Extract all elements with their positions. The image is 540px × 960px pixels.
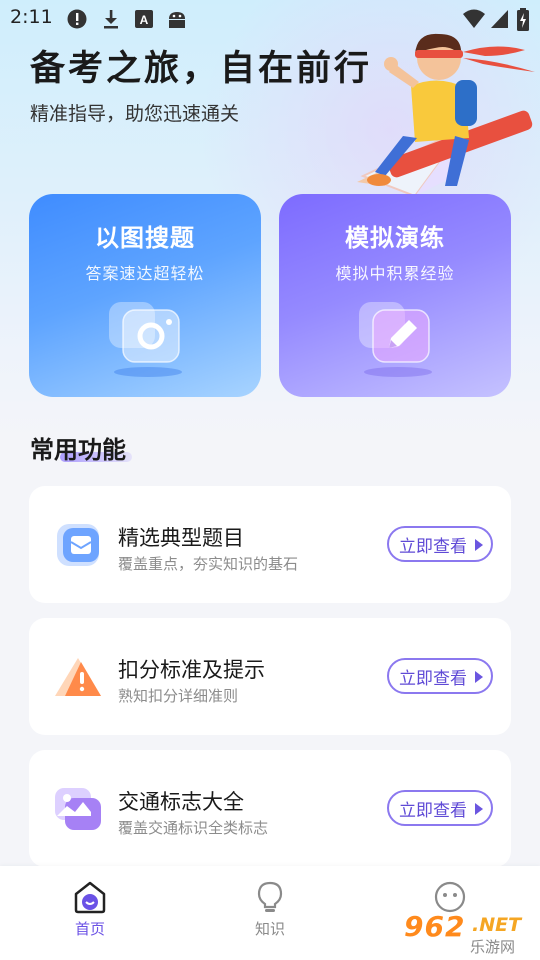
nav-label: 知识 <box>254 920 285 938</box>
list-item-desc: 覆盖重点，夯实知识的基石 <box>118 555 299 573</box>
play-arrow-icon <box>475 671 483 683</box>
view-now-label: 立即查看 <box>399 536 467 557</box>
watermark-number: 962 <box>404 910 466 943</box>
watermark-suffix: .NET <box>472 914 522 936</box>
card-subtitle: 答案速达超轻松 <box>85 264 205 283</box>
list-item[interactable]: 扣分标准及提示 熟知扣分详细准则 立即查看 <box>29 618 511 735</box>
nav-home[interactable]: 首页 <box>50 880 130 950</box>
home-icon <box>74 881 106 914</box>
signal-icon <box>491 10 508 28</box>
view-now-button[interactable]: 立即查看 <box>387 526 493 562</box>
wifi-icon <box>463 9 485 28</box>
list-item[interactable]: 交通标志大全 覆盖交通标识全类标志 立即查看 <box>29 750 511 867</box>
battery-charging-icon <box>517 8 529 31</box>
list-item[interactable]: 精选典型题目 覆盖重点，夯实知识的基石 立即查看 <box>29 486 511 603</box>
student-on-pencil-illustration <box>357 33 535 198</box>
card-title: 以图搜题 <box>95 224 195 252</box>
hero-subtitle: 精准指导，助您迅速通关 <box>30 103 240 125</box>
list-item-desc: 熟知扣分详细准则 <box>118 687 239 705</box>
section-title: 常用功能 <box>30 436 126 464</box>
warning-icon <box>55 658 101 696</box>
play-arrow-icon <box>475 539 483 551</box>
card-subtitle: 模拟中积累经验 <box>335 264 455 283</box>
lightbulb-icon <box>257 881 283 912</box>
view-now-label: 立即查看 <box>399 800 467 821</box>
pencil-icon <box>359 302 432 377</box>
hero-title: 备考之旅，自在前行 <box>30 49 373 89</box>
mock-exam-card[interactable]: 模拟演练 模拟中积累经验 <box>279 194 511 397</box>
list-item-title: 扣分标准及提示 <box>118 658 265 682</box>
view-now-button[interactable]: 立即查看 <box>387 658 493 694</box>
alert-icon <box>67 9 87 29</box>
card-title: 模拟演练 <box>345 224 445 252</box>
list-item-title: 交通标志大全 <box>118 790 244 814</box>
image-icon <box>55 788 101 830</box>
image-search-card[interactable]: 以图搜题 答案速达超轻松 <box>29 194 261 397</box>
mail-icon <box>57 524 99 566</box>
a-badge-icon: A <box>135 10 153 28</box>
list-item-title: 精选典型题目 <box>118 526 244 550</box>
site-watermark: 962 .NET 乐游网 <box>398 906 534 958</box>
nav-label: 首页 <box>74 920 105 938</box>
list-item-desc: 覆盖交通标识全类标志 <box>118 819 269 837</box>
view-now-button[interactable]: 立即查看 <box>387 790 493 826</box>
download-icon <box>104 10 118 29</box>
play-arrow-icon <box>475 803 483 815</box>
android-icon <box>169 12 185 28</box>
nav-knowledge[interactable]: 知识 <box>230 880 310 950</box>
view-now-label: 立即查看 <box>399 668 467 689</box>
status-time: 2:11 <box>10 6 53 28</box>
status-bar: 2:11 A <box>0 0 540 36</box>
watermark-text: 乐游网 <box>470 938 516 956</box>
camera-icon <box>109 302 182 377</box>
svg-text:A: A <box>140 13 149 27</box>
